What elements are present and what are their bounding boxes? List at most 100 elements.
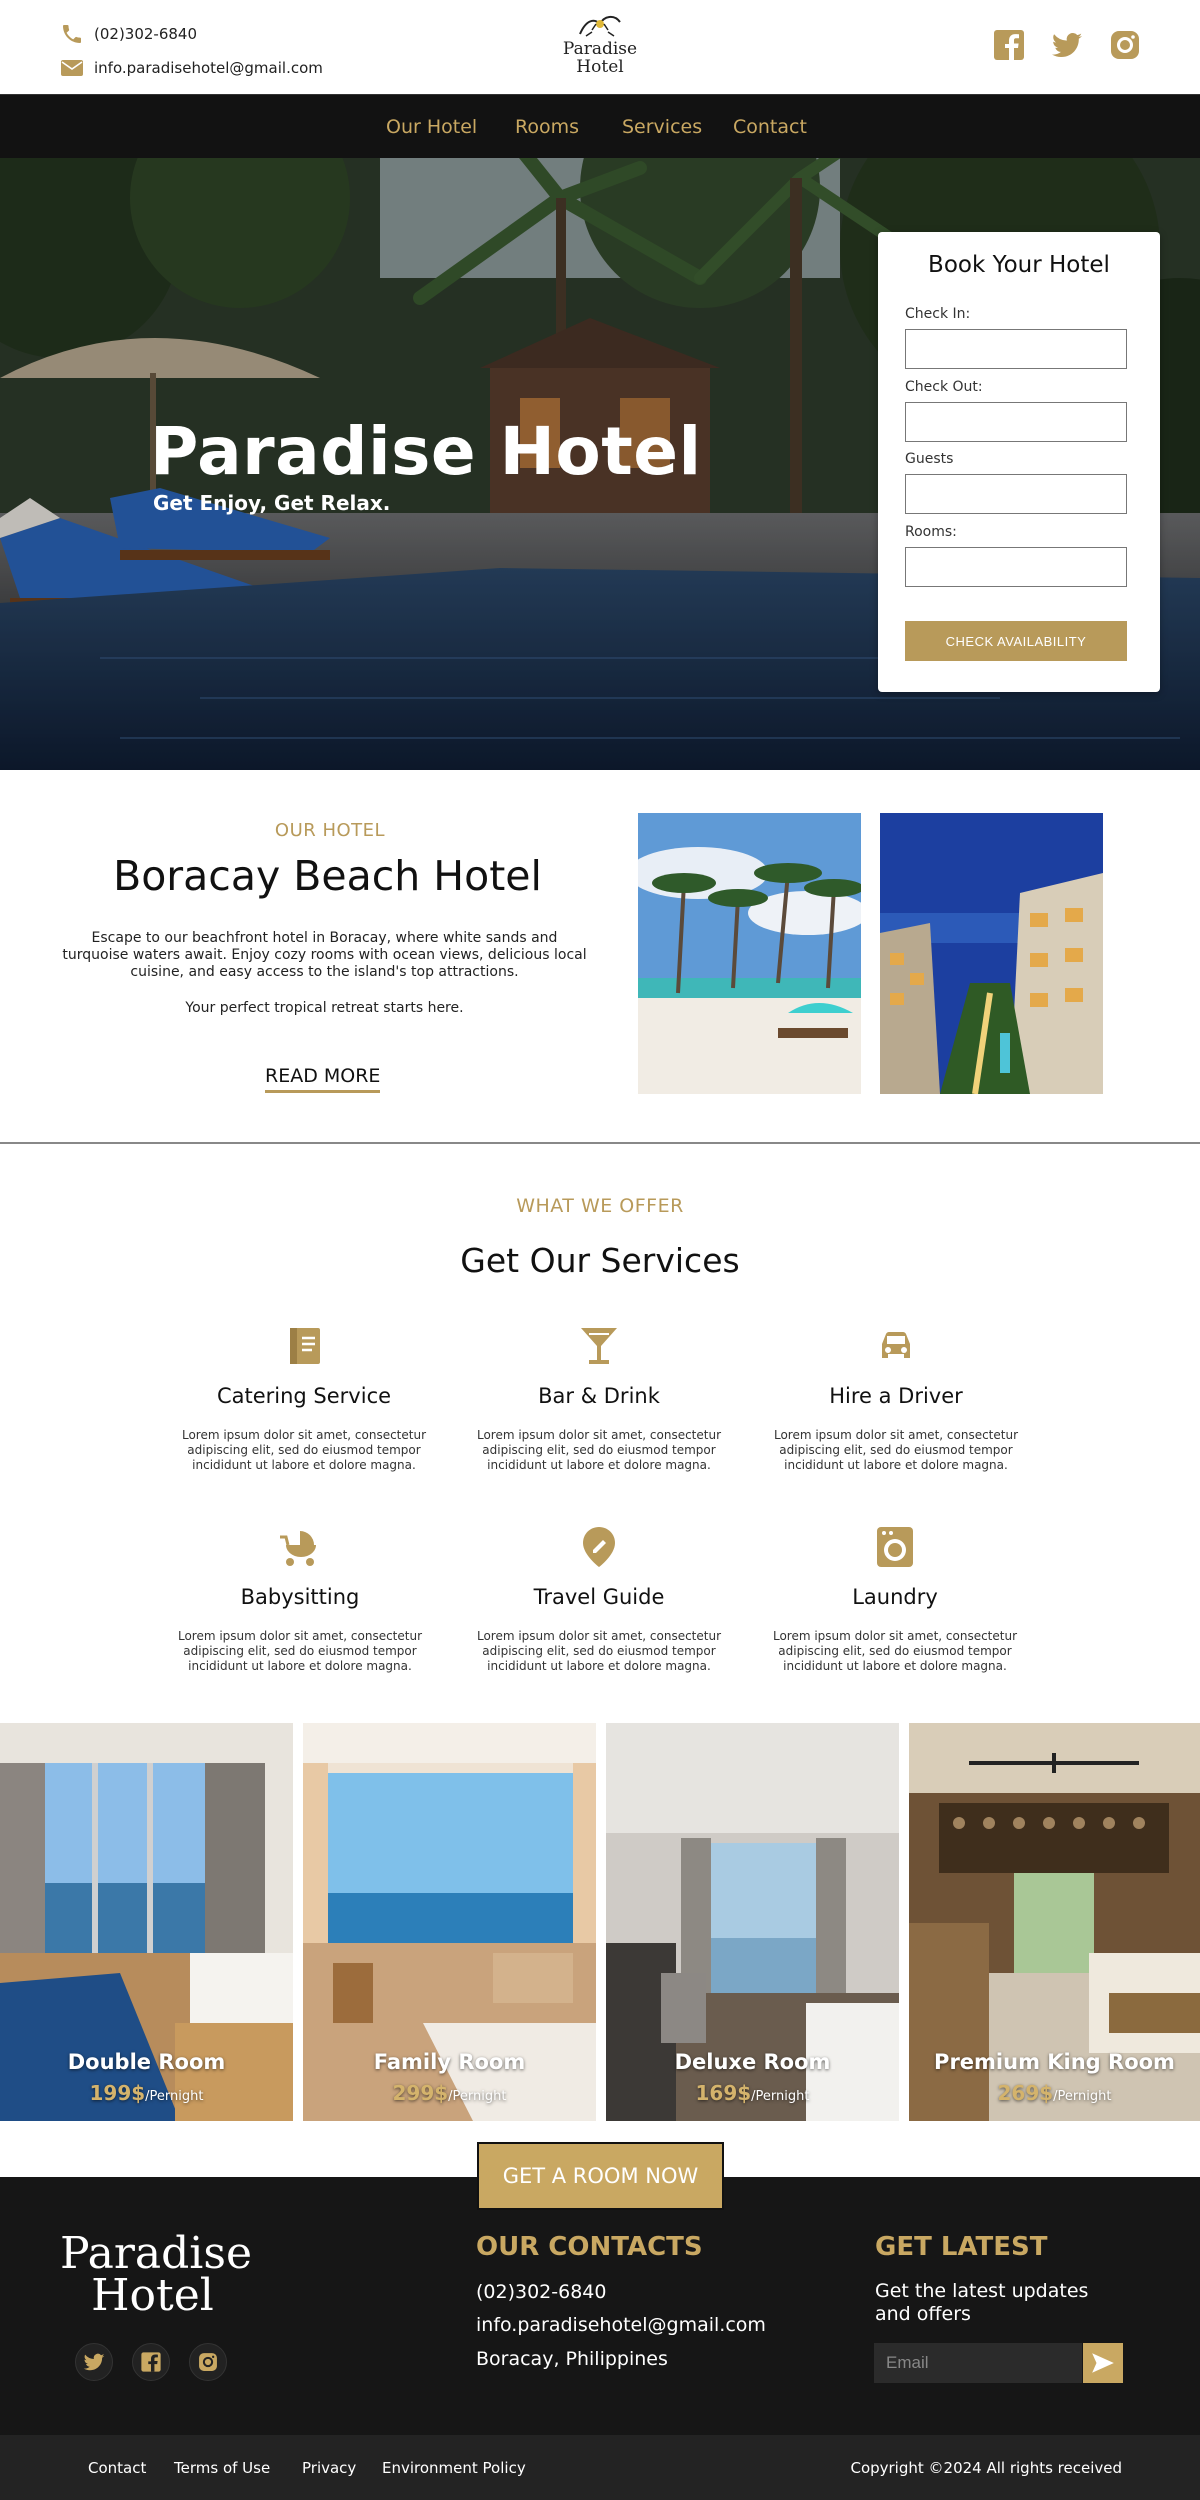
- room-price-unit: /Pernight: [145, 2089, 204, 2104]
- twitter-icon: [1052, 33, 1082, 58]
- footer-phone[interactable]: (02)302-6840: [476, 2281, 606, 2303]
- room-name: Family Room: [373, 2050, 526, 2074]
- room-price: 169$/Pernight: [606, 2081, 899, 2105]
- twitter-icon: [83, 2353, 105, 2371]
- service-name: Hire a Driver: [829, 1384, 963, 1408]
- bottom-link-environment-policy[interactable]: Environment Policy: [382, 2459, 526, 2477]
- header-phone[interactable]: (02)302-6840: [60, 22, 197, 46]
- booking-title: Book Your Hotel: [928, 252, 1110, 278]
- hero-subtitle: Get Enjoy, Get Relax.: [153, 491, 391, 515]
- room-name: Double Room: [67, 2050, 226, 2074]
- site-logo[interactable]: Paradise Hotel: [560, 10, 640, 76]
- newsletter-send-button[interactable]: [1083, 2343, 1123, 2383]
- newsletter-email-input[interactable]: [874, 2343, 1082, 2383]
- footer-latest-title: GET LATEST: [875, 2232, 1048, 2262]
- logo-word-1: Paradise: [562, 39, 638, 59]
- footer-social-links: [75, 2343, 227, 2381]
- about-kicker: OUR HOTEL: [274, 820, 386, 841]
- guests-label: Guests: [905, 451, 954, 467]
- logo-emblem-icon: [579, 16, 621, 37]
- service-description: Lorem ipsum dolor sit amet, consectetur …: [181, 1428, 427, 1472]
- send-icon: [1092, 2353, 1114, 2373]
- facebook-link[interactable]: [992, 28, 1026, 62]
- footer-email[interactable]: info.paradisehotel@gmail.com: [476, 2314, 766, 2336]
- room-name: Deluxe Room: [674, 2050, 831, 2074]
- footer-latest-text: Get the latest updates and offers: [875, 2280, 1089, 2325]
- about-tagline: Your perfect tropical retreat starts her…: [185, 1000, 464, 1016]
- section-divider: [0, 1142, 1200, 1144]
- read-more-link[interactable]: READ MORE: [265, 1065, 381, 1093]
- service-driver[interactable]: Hire a Driver Lorem ipsum dolor sit amet…: [756, 1324, 1036, 1473]
- get-room-now-button[interactable]: GET A ROOM NOW: [477, 2142, 724, 2210]
- service-description: Lorem ipsum dolor sit amet, consectetur …: [772, 1629, 1018, 1673]
- service-travel-guide[interactable]: Travel Guide Lorem ipsum dolor sit amet,…: [459, 1525, 739, 1674]
- map-pin-icon: [583, 1527, 615, 1567]
- header-email[interactable]: info.paradisehotel@gmail.com: [60, 56, 323, 80]
- nav-rooms[interactable]: Rooms: [515, 116, 579, 138]
- service-description: Lorem ipsum dolor sit amet, consectetur …: [773, 1428, 1019, 1472]
- service-name: Travel Guide: [533, 1585, 665, 1609]
- rooms-label: Rooms:: [905, 524, 957, 540]
- room-price-amount: 299$: [392, 2081, 449, 2105]
- nav-our-hotel[interactable]: Our Hotel: [386, 116, 477, 138]
- nav-contact[interactable]: Contact: [733, 116, 807, 138]
- check-availability-button[interactable]: CHECK AVAILABILITY: [905, 621, 1127, 661]
- logo-word-2: Hotel: [576, 57, 624, 77]
- car-icon: [882, 1332, 910, 1358]
- services-title: Get Our Services: [460, 1241, 740, 1280]
- twitter-link[interactable]: [1050, 28, 1084, 62]
- rooms-input[interactable]: [905, 547, 1127, 587]
- main-nav: Our Hotel Rooms Services Contact: [0, 94, 1200, 158]
- room-card-double[interactable]: Double Room 199$/Pernight: [0, 1723, 293, 2121]
- footer-twitter-link[interactable]: [75, 2343, 113, 2381]
- nav-services[interactable]: Services: [622, 116, 702, 138]
- check-in-input[interactable]: [905, 329, 1127, 369]
- service-bar[interactable]: Bar & Drink Lorem ipsum dolor sit amet, …: [459, 1324, 739, 1473]
- service-name: Babysitting: [240, 1585, 360, 1609]
- bottom-link-contact[interactable]: Contact: [88, 2459, 146, 2477]
- hero-title: Paradise Hotel: [150, 413, 702, 490]
- services-kicker: WHAT WE OFFER: [516, 1195, 684, 1217]
- booking-form: Book Your Hotel Check In: Check Out: Gue…: [878, 232, 1160, 692]
- service-name: Catering Service: [216, 1384, 392, 1408]
- footer-contacts-title: OUR CONTACTS: [476, 2232, 703, 2262]
- footer-instagram-link[interactable]: [189, 2343, 227, 2381]
- bottom-link-privacy[interactable]: Privacy: [302, 2459, 356, 2477]
- room-price: 199$/Pernight: [0, 2081, 293, 2105]
- room-price: 269$/Pernight: [909, 2081, 1200, 2105]
- about-title: Boracay Beach Hotel: [113, 852, 542, 900]
- hotel-night-photo: [880, 813, 1103, 1094]
- footer-logo-word-2: Hotel: [91, 2270, 214, 2321]
- facebook-icon: [994, 30, 1024, 60]
- footer-logo[interactable]: Paradise Hotel: [60, 2228, 252, 2321]
- beach-photo: [638, 813, 861, 1094]
- room-price-unit: /Pernight: [1053, 2089, 1112, 2104]
- service-name: Bar & Drink: [538, 1384, 660, 1408]
- facebook-icon: [141, 2352, 161, 2372]
- room-card-premium-king[interactable]: Premium King Room 269$/Pernight: [909, 1723, 1200, 2121]
- room-card-deluxe[interactable]: Deluxe Room 169$/Pernight: [606, 1723, 899, 2121]
- check-out-input[interactable]: [905, 402, 1127, 442]
- header-phone-text: (02)302-6840: [94, 25, 198, 43]
- room-card-family[interactable]: Family Room 299$/Pernight: [303, 1723, 596, 2121]
- stroller-icon: [280, 1531, 316, 1566]
- service-catering[interactable]: Catering Service Lorem ipsum dolor sit a…: [164, 1324, 444, 1473]
- check-out-label: Check Out:: [905, 379, 983, 395]
- guests-input[interactable]: [905, 474, 1127, 514]
- room-price-amount: 199$: [89, 2081, 146, 2105]
- footer-logo-word-1: Paradise: [60, 2228, 252, 2279]
- header-social-links: [992, 28, 1142, 62]
- service-laundry[interactable]: Laundry Lorem ipsum dolor sit amet, cons…: [755, 1525, 1035, 1674]
- bottom-link-terms[interactable]: Terms of Use: [174, 2459, 270, 2477]
- room-price: 299$/Pernight: [303, 2081, 596, 2105]
- top-header: (02)302-6840 info.paradisehotel@gmail.co…: [0, 0, 1200, 94]
- mail-icon: [61, 60, 83, 76]
- room-price-unit: /Pernight: [448, 2089, 507, 2104]
- service-description: Lorem ipsum dolor sit amet, consectetur …: [177, 1629, 423, 1673]
- instagram-link[interactable]: [1108, 28, 1142, 62]
- service-description: Lorem ipsum dolor sit amet, consectetur …: [476, 1629, 722, 1673]
- hotel-night-image: [880, 813, 1103, 1094]
- footer-facebook-link[interactable]: [132, 2343, 170, 2381]
- phone-icon: [63, 25, 81, 43]
- service-babysitting[interactable]: Babysitting Lorem ipsum dolor sit amet, …: [160, 1525, 440, 1674]
